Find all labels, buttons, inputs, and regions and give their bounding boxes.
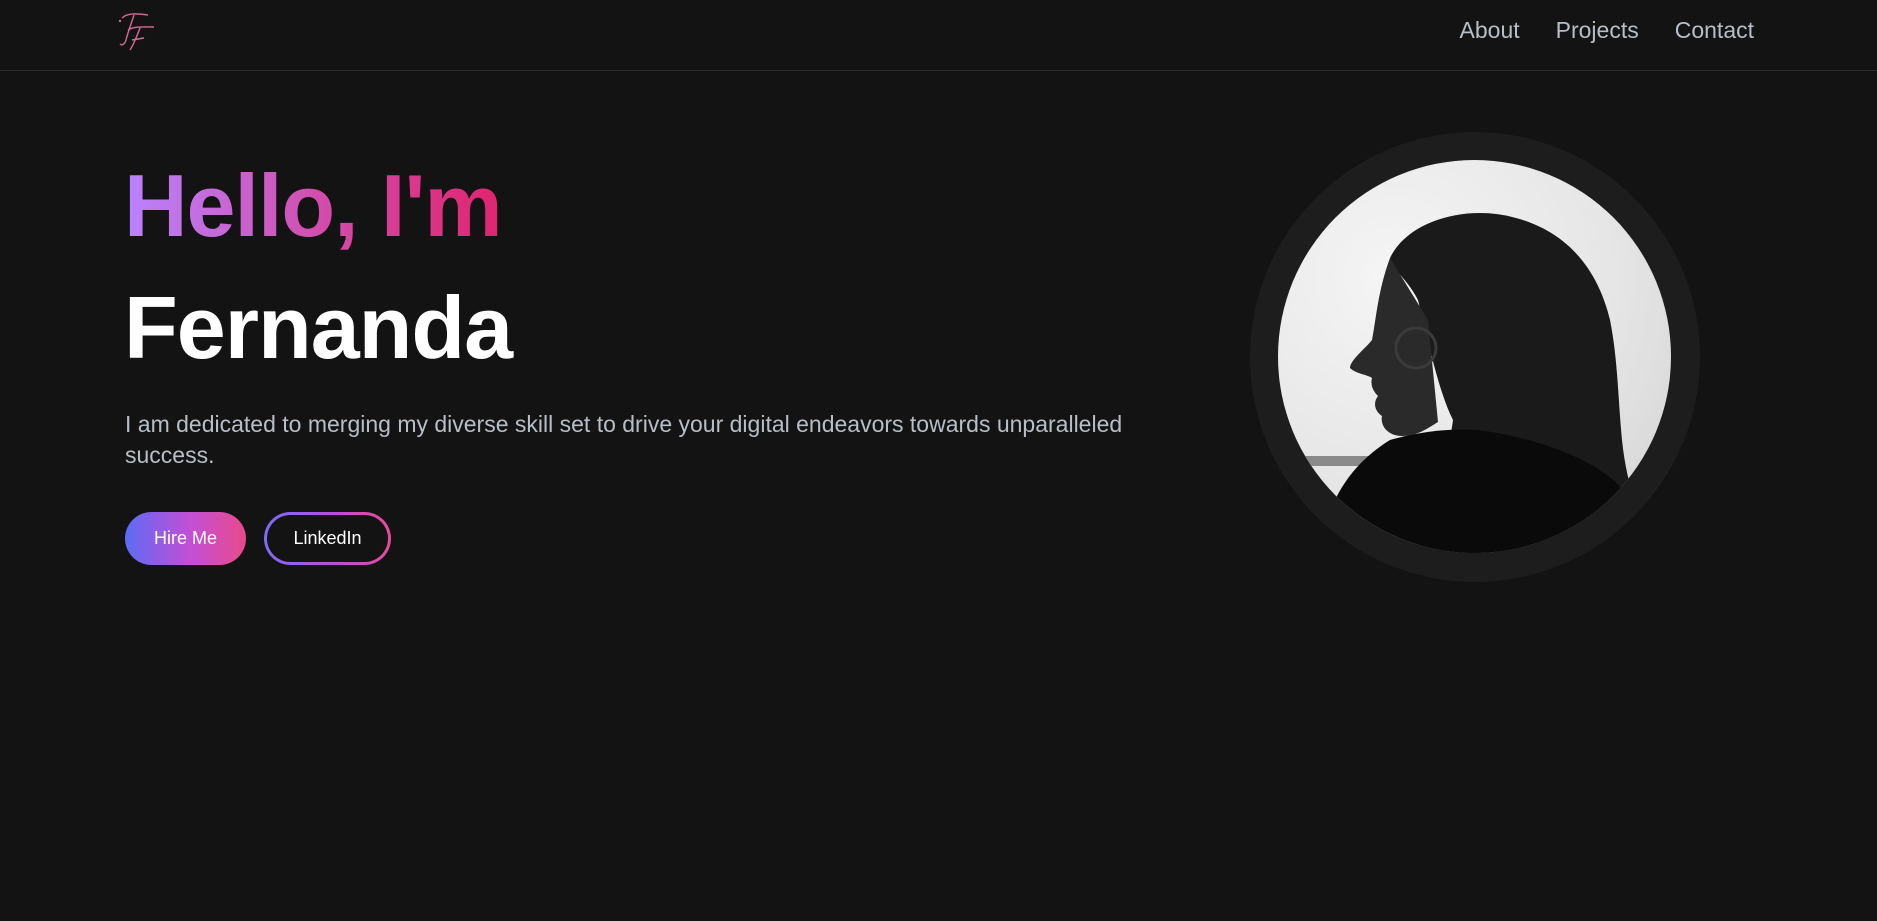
- site-header: About Projects Contact: [0, 0, 1877, 71]
- nav-projects-link[interactable]: Projects: [1556, 14, 1639, 46]
- hire-me-button[interactable]: Hire Me: [125, 512, 246, 565]
- monogram-logo-icon: [118, 13, 155, 51]
- hero-tagline: I am dedicated to merging my diverse ski…: [125, 411, 1123, 468]
- linkedin-button-label: LinkedIn: [267, 515, 388, 562]
- profile-silhouette-icon: [1278, 212, 1658, 553]
- site-logo[interactable]: [114, 8, 164, 54]
- hero-actions: Hire Me LinkedIn: [125, 512, 391, 565]
- profile-photo: [1278, 160, 1671, 553]
- page: About Projects Contact Hello, I'm Fernan…: [0, 0, 1877, 921]
- linkedin-button[interactable]: LinkedIn: [264, 512, 391, 565]
- nav-contact-link[interactable]: Contact: [1675, 14, 1754, 46]
- hero-name: Fernanda: [124, 278, 513, 377]
- hero-greeting: Hello, I'm: [124, 156, 503, 255]
- nav-about-link[interactable]: About: [1460, 14, 1520, 46]
- main-nav: About Projects Contact: [1460, 14, 1754, 46]
